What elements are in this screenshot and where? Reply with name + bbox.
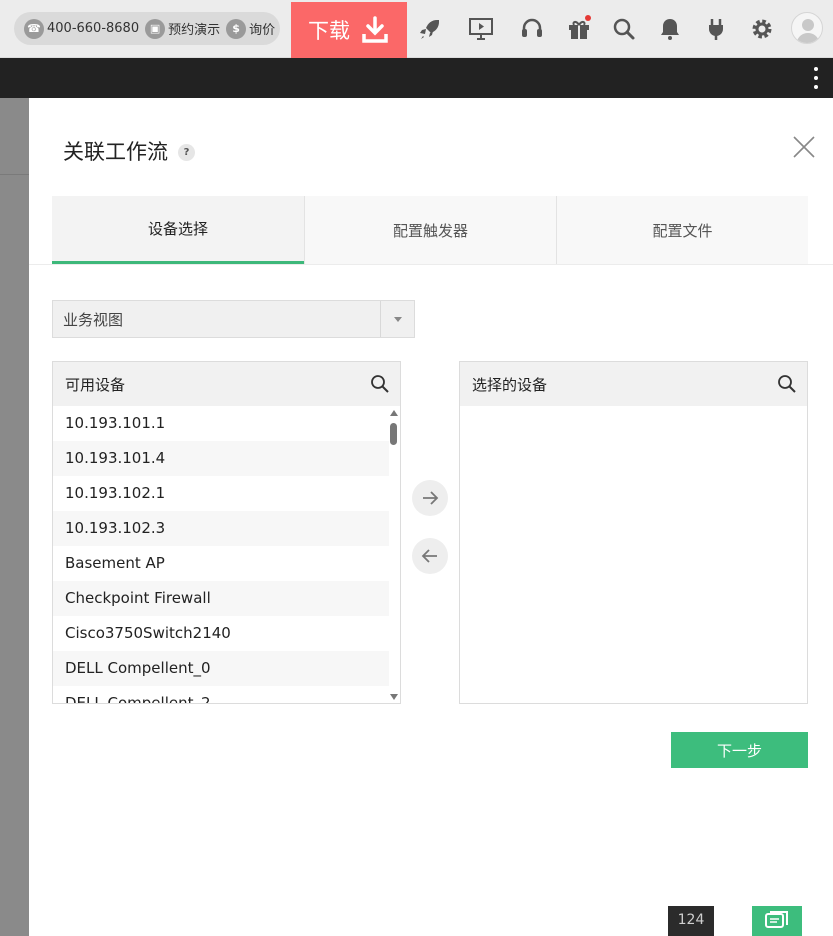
list-item[interactable]: Basement AP [53,546,389,581]
move-left-button[interactable] [412,538,448,574]
list-item[interactable]: DELL Compellent_2 [53,686,389,703]
selected-devices-header: 选择的设备 [460,362,807,406]
list-item[interactable]: Checkpoint Firewall [53,581,389,616]
arrow-left-icon [421,549,437,563]
available-devices-header: 可用设备 [53,362,400,406]
list-item[interactable]: 10.193.101.4 [53,441,389,476]
search-icon[interactable] [607,12,641,46]
list-item[interactable]: 10.193.102.1 [53,476,389,511]
dollar-icon: $ [226,18,247,39]
wizard-tabs: 设备选择 配置触发器 配置文件 [52,196,808,264]
scrollbar[interactable] [388,406,400,703]
chat-icon [765,911,788,928]
help-icon[interactable]: ? [178,144,195,161]
search-icon[interactable] [777,374,797,394]
available-devices-items: 10.193.101.1 10.193.101.4 10.193.102.1 1… [53,406,400,703]
tab-config-file[interactable]: 配置文件 [556,196,808,264]
rocket-icon[interactable] [413,12,447,46]
background-overlay[interactable] [0,98,29,936]
arrow-right-icon [423,491,439,505]
chat-button[interactable] [752,906,802,936]
demo-icon: ▣ [145,18,166,39]
available-devices-list: 可用设备 10.193.101.1 10.193.101.4 10.193.10… [52,361,401,704]
move-right-button[interactable] [412,480,448,516]
list-item[interactable]: 10.193.102.3 [53,511,389,546]
notification-dot [585,15,591,21]
phone-icon: ☎ [24,18,44,39]
scroll-up-icon[interactable] [390,410,398,416]
avatar[interactable] [791,12,823,44]
associate-workflow-panel: 关联工作流 ? 设备选择 配置触发器 配置文件 业务视图 可用设备 10.193… [29,98,833,936]
scroll-down-icon[interactable] [390,694,398,700]
plug-icon[interactable] [699,12,733,46]
list-item[interactable]: DELL Compellent_0 [53,651,389,686]
next-step-button[interactable]: 下一步 [671,732,808,768]
top-toolbar: ☎ 400-660-8680 ▣ 预约演示 $ 询价 下载 [0,0,833,58]
view-select[interactable]: 业务视图 [52,300,415,338]
header-strip [0,58,833,98]
download-icon [362,16,388,43]
list-item[interactable]: Cisco3750Switch2140 [53,616,389,651]
quote-link[interactable]: $ 询价 [226,18,275,39]
list-item[interactable]: 10.193.101.1 [53,406,389,441]
more-options-icon[interactable] [813,67,819,89]
demo-link[interactable]: ▣ 预约演示 [145,18,220,39]
headset-icon[interactable] [515,12,549,46]
scroll-thumb[interactable] [390,423,397,445]
download-button[interactable]: 下载 [291,2,407,58]
user-icon [796,19,820,43]
close-icon[interactable] [791,134,817,160]
chevron-down-icon[interactable] [380,301,414,337]
contact-pill: ☎ 400-660-8680 ▣ 预约演示 $ 询价 [14,12,280,45]
bell-icon[interactable] [653,12,687,46]
selected-devices-list: 选择的设备 [459,361,808,704]
view-select-value: 业务视图 [63,310,124,329]
gift-icon[interactable] [562,12,596,46]
dialog-title: 关联工作流 ? [63,136,195,166]
search-icon[interactable] [370,374,390,394]
phone-link[interactable]: ☎ 400-660-8680 [24,18,139,39]
gear-icon[interactable] [745,12,779,46]
counter-badge[interactable]: 124 [668,906,714,936]
tab-configure-trigger[interactable]: 配置触发器 [304,196,556,264]
selected-devices-items [460,406,807,703]
tab-device-selection[interactable]: 设备选择 [52,196,304,264]
presentation-icon[interactable] [464,12,498,46]
